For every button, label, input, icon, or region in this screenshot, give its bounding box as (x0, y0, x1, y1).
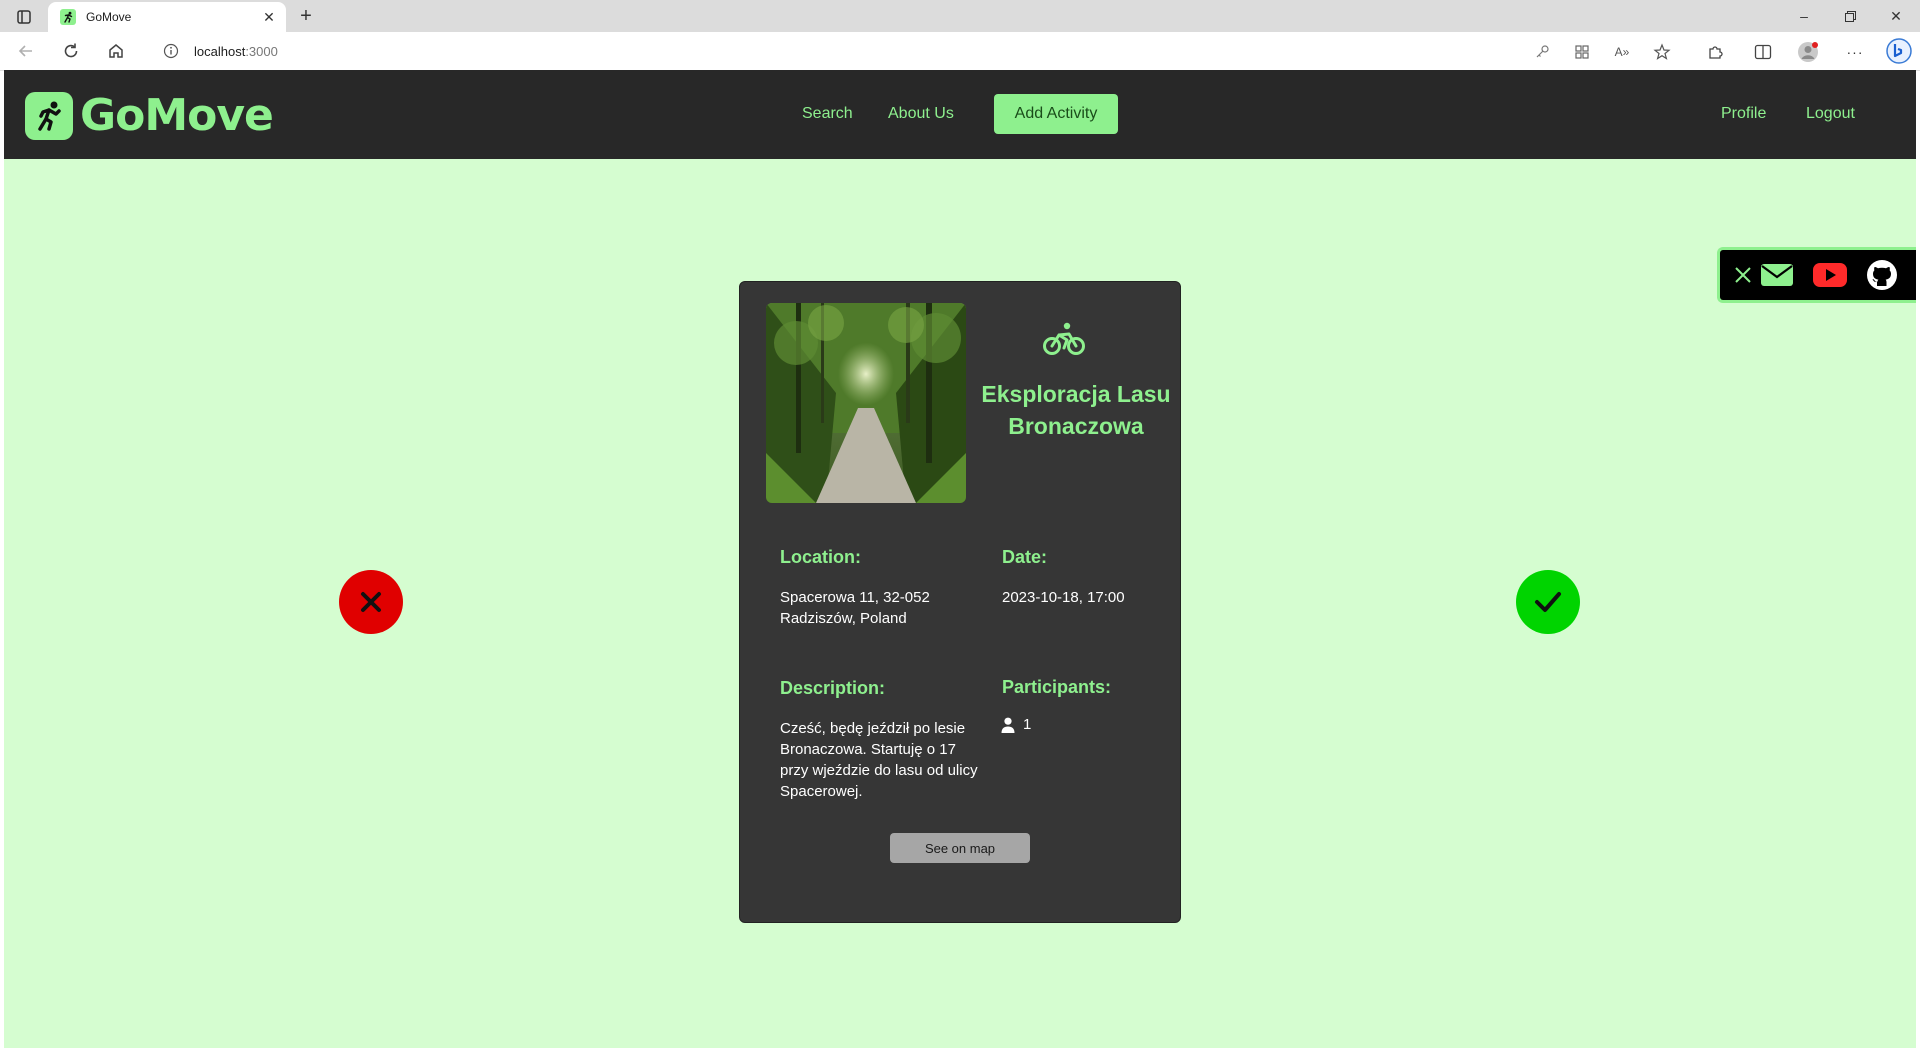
read-aloud-icon[interactable]: A» (1611, 42, 1633, 62)
split-screen-icon[interactable] (1752, 42, 1774, 62)
reject-button[interactable] (339, 570, 403, 634)
description-text: Cześć, będę jeździł po lesie Bronaczowa.… (780, 720, 978, 800)
gomove-favicon-icon (60, 9, 76, 25)
browser-toolbar: localhost:3000 A» ··· (0, 32, 1920, 71)
nav-about-link[interactable]: About Us (888, 105, 954, 123)
brand-name: GoMove (80, 90, 274, 141)
accept-button[interactable] (1516, 570, 1580, 634)
address-bar[interactable]: localhost:3000 (144, 36, 1684, 66)
participants-count: 1 (1023, 716, 1032, 733)
home-icon[interactable] (104, 40, 128, 62)
browser-tabbar: GoMove ✕ + – ✕ (0, 0, 1920, 32)
bing-copilot-icon[interactable] (1885, 37, 1913, 65)
url-port: :3000 (245, 43, 278, 59)
close-window-icon[interactable]: ✕ (1874, 0, 1918, 32)
sidebar-toggle-icon[interactable] (10, 7, 38, 27)
activity-title: Eksploracja Lasu Bronaczowa (981, 381, 1171, 439)
url-text: localhost:3000 (194, 44, 278, 59)
email-icon[interactable] (1760, 262, 1794, 288)
site-info-icon[interactable] (162, 42, 180, 60)
favorite-star-icon[interactable] (1651, 42, 1673, 62)
tab-title: GoMove (86, 10, 132, 24)
social-links-bar (1717, 247, 1916, 303)
restore-icon[interactable] (1828, 0, 1872, 32)
brand-logo[interactable]: GoMove (25, 90, 274, 141)
browser-tab[interactable]: GoMove ✕ (48, 2, 286, 32)
runner-logo-icon (25, 91, 73, 140)
x-twitter-icon[interactable] (1734, 266, 1752, 284)
refresh-icon[interactable] (59, 40, 83, 62)
key-icon[interactable] (1531, 42, 1553, 62)
date-value: 2023-10-18, 17:00 (1002, 589, 1125, 606)
app-navbar: GoMove Search About Us Add Activity Prof… (4, 70, 1916, 159)
extensions-icon[interactable] (1704, 42, 1726, 62)
activity-photo (766, 303, 966, 503)
back-icon[interactable] (14, 40, 38, 62)
add-activity-button[interactable]: Add Activity (994, 94, 1118, 134)
close-tab-icon[interactable]: ✕ (260, 8, 278, 26)
description-label: Description: (780, 678, 886, 698)
date-label: Date: (1002, 547, 1048, 567)
youtube-icon[interactable] (1812, 262, 1848, 288)
location-value: Spacerowa 11, 32-052 Radziszów, Poland (780, 587, 980, 629)
participants-value: 1 (1001, 716, 1031, 733)
nav-profile-link[interactable]: Profile (1721, 105, 1766, 123)
location-label: Location: (780, 547, 861, 567)
profile-avatar-icon[interactable] (1797, 42, 1819, 62)
minimize-icon[interactable]: – (1782, 0, 1826, 32)
nav-search-link[interactable]: Search (802, 105, 853, 123)
url-host: localhost (194, 43, 246, 59)
close-icon (361, 592, 381, 612)
new-tab-icon[interactable]: + (294, 4, 318, 28)
location-line1: Spacerowa 11, 32-052 (780, 589, 930, 606)
bicycle-icon (1043, 322, 1085, 361)
more-menu-icon[interactable]: ··· (1844, 42, 1866, 62)
activity-card: Eksploracja Lasu Bronaczowa Location: Sp… (739, 281, 1181, 923)
location-line2: Radziszów, Poland (780, 610, 907, 627)
github-icon[interactable] (1866, 259, 1898, 291)
checkmark-icon (1535, 592, 1561, 612)
page: GoMove Search About Us Add Activity Prof… (4, 70, 1916, 1048)
participants-label: Participants: (1002, 677, 1112, 697)
nav-logout-link[interactable]: Logout (1806, 105, 1855, 123)
user-icon (1001, 717, 1015, 733)
see-on-map-button[interactable]: See on map (890, 833, 1030, 863)
apps-icon[interactable] (1571, 42, 1593, 62)
